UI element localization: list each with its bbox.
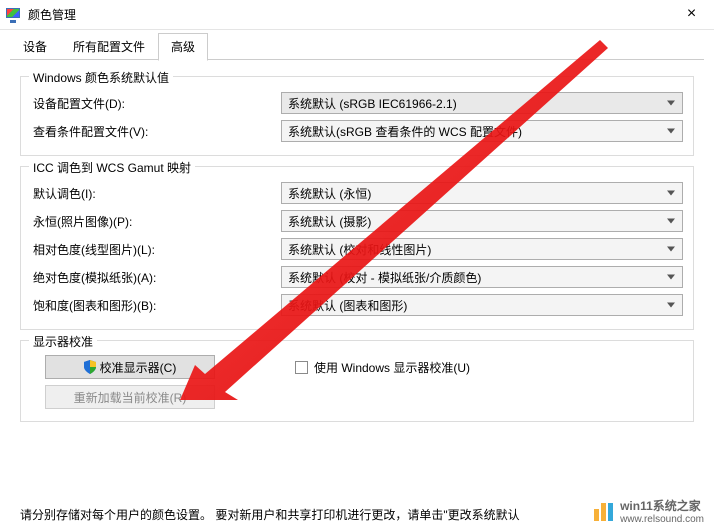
group-windows-color-defaults: Windows 颜色系统默认值 设备配置文件(D): 系统默认 (sRGB IE…: [20, 76, 694, 156]
watermark-url: www.relsound.com: [620, 514, 704, 525]
label-viewing-profile: 查看条件配置文件(V):: [31, 123, 281, 140]
combo-saturation[interactable]: 系统默认 (图表和图形): [281, 294, 683, 316]
label-saturation: 饱和度(图表和图形)(B):: [31, 297, 281, 314]
combo-device-profile-value: 系统默认 (sRGB IEC61966-2.1): [288, 95, 457, 112]
tab-strip: 设备 所有配置文件 高级: [0, 30, 714, 60]
group-legend-icc: ICC 调色到 WCS Gamut 映射: [29, 159, 195, 176]
label-absolute: 绝对色度(模拟纸张)(A):: [31, 269, 281, 286]
tab-advanced[interactable]: 高级: [158, 33, 208, 61]
watermark-logo-icon: [594, 501, 614, 521]
reload-calibration-button: 重新加载当前校准(R): [45, 385, 215, 409]
use-windows-calibration-checkbox[interactable]: 使用 Windows 显示器校准(U): [295, 359, 470, 376]
window-title: 颜色管理: [28, 6, 76, 23]
group-legend-calibration: 显示器校准: [29, 333, 97, 350]
checkbox-box-icon: [295, 361, 308, 374]
combo-default-intent-value: 系统默认 (永恒): [288, 185, 371, 202]
combo-perceptual-value: 系统默认 (摄影): [288, 213, 371, 230]
label-default-intent: 默认调色(I):: [31, 185, 281, 202]
label-device-profile: 设备配置文件(D):: [31, 95, 281, 112]
watermark-brand: win11系统之家: [620, 497, 704, 514]
watermark: win11系统之家 www.relsound.com: [594, 497, 704, 525]
combo-default-intent[interactable]: 系统默认 (永恒): [281, 182, 683, 204]
tab-content-advanced: Windows 颜色系统默认值 设备配置文件(D): 系统默认 (sRGB IE…: [0, 60, 714, 529]
tab-all-profiles[interactable]: 所有配置文件: [60, 33, 158, 60]
combo-device-profile[interactable]: 系统默认 (sRGB IEC61966-2.1): [281, 92, 683, 114]
footer-hint-text: 请分别存储对每个用户的颜色设置。 要对新用户和共享打印机进行更改，请单击"更改系…: [20, 506, 694, 523]
calibrate-display-label: 校准显示器(C): [100, 359, 177, 376]
combo-viewing-profile-value: 系统默认(sRGB 查看条件的 WCS 配置文件): [288, 123, 522, 140]
combo-saturation-value: 系统默认 (图表和图形): [288, 297, 407, 314]
reload-calibration-label: 重新加载当前校准(R): [74, 389, 187, 406]
group-icc-wcs-mapping: ICC 调色到 WCS Gamut 映射 默认调色(I): 系统默认 (永恒) …: [20, 166, 694, 330]
tab-devices[interactable]: 设备: [10, 33, 60, 60]
combo-viewing-profile[interactable]: 系统默认(sRGB 查看条件的 WCS 配置文件): [281, 120, 683, 142]
label-perceptual: 永恒(照片图像)(P):: [31, 213, 281, 230]
combo-absolute-value: 系统默认 (校对 - 模拟纸张/介质颜色): [288, 269, 481, 286]
label-relative: 相对色度(线型图片)(L):: [31, 241, 281, 258]
close-button[interactable]: ×: [669, 0, 714, 30]
use-windows-calibration-label: 使用 Windows 显示器校准(U): [314, 359, 470, 376]
combo-relative[interactable]: 系统默认 (校对和线性图片): [281, 238, 683, 260]
combo-relative-value: 系统默认 (校对和线性图片): [288, 241, 431, 258]
group-legend-defaults: Windows 颜色系统默认值: [29, 69, 173, 86]
app-icon: [6, 7, 22, 23]
group-display-calibration: 显示器校准 校准显示器(C) 使用 Windows 显示器校准(U) 重新加载当…: [20, 340, 694, 422]
combo-absolute[interactable]: 系统默认 (校对 - 模拟纸张/介质颜色): [281, 266, 683, 288]
titlebar: 颜色管理 ×: [0, 0, 714, 30]
combo-perceptual[interactable]: 系统默认 (摄影): [281, 210, 683, 232]
calibrate-display-button[interactable]: 校准显示器(C): [45, 355, 215, 379]
uac-shield-icon: [84, 360, 96, 374]
